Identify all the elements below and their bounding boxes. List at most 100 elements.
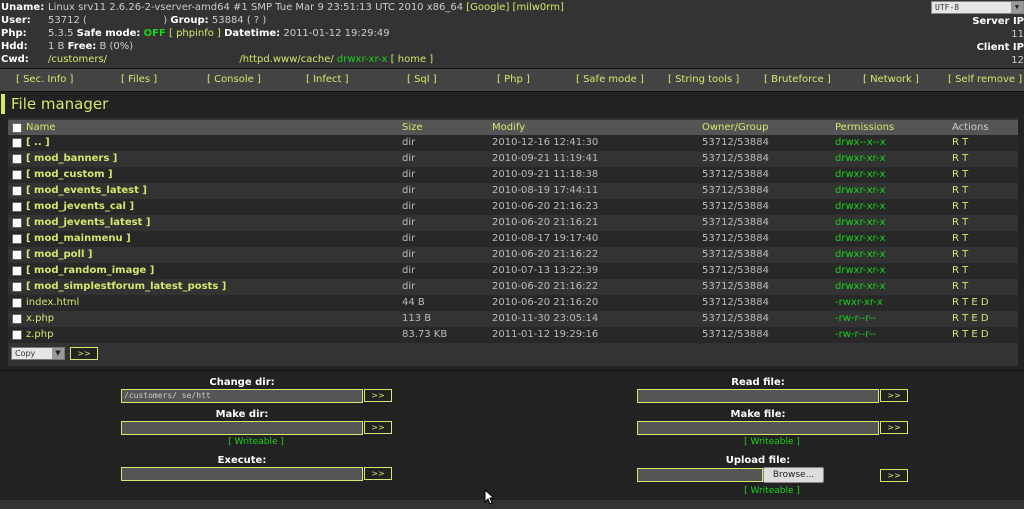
row-name[interactable]: [ mod_events_latest ] [26, 183, 147, 199]
row-checkbox[interactable] [12, 202, 22, 212]
row-checkbox[interactable] [12, 266, 22, 276]
change-dir-input[interactable]: /customers/ se/htt [121, 389, 363, 403]
make-file-submit-button[interactable]: >> [880, 421, 908, 434]
row-checkbox[interactable] [12, 170, 22, 180]
row-permissions[interactable]: drwxr-xr-x [835, 215, 886, 231]
row-actions[interactable]: R T E D [952, 295, 989, 311]
google-link[interactable]: [Google] [466, 2, 509, 13]
row-checkbox[interactable] [12, 282, 22, 292]
menu-files[interactable]: [ Files ] [121, 74, 157, 85]
row-actions[interactable]: R T [952, 263, 968, 279]
row-permissions[interactable]: drwxr-xr-x [835, 247, 886, 263]
make-dir-submit-button[interactable]: >> [364, 421, 392, 434]
row-permissions[interactable]: drwxr-xr-x [835, 279, 886, 295]
row-actions[interactable]: R T [952, 279, 968, 295]
row-permissions[interactable]: drwxr-xr-x [835, 183, 886, 199]
make-dir-input[interactable] [121, 421, 363, 435]
row-name[interactable]: x.php [26, 311, 54, 327]
row-name[interactable]: [ mod_random_image ] [26, 263, 154, 279]
menu-php[interactable]: [ Php ] [497, 74, 530, 85]
row-permissions[interactable]: -rwxr-xr-x [835, 295, 883, 311]
row-actions[interactable]: R T [952, 247, 968, 263]
row-actions[interactable]: R T E D [952, 311, 989, 327]
select-all-checkbox[interactable] [12, 123, 22, 133]
row-name[interactable]: [ .. ] [26, 135, 50, 151]
row-permissions[interactable]: drwxr-xr-x [835, 263, 886, 279]
column-permissions[interactable]: Permissions [835, 120, 894, 136]
row-name[interactable]: z.php [26, 327, 53, 343]
row-permissions[interactable]: drwxr-xr-x [835, 199, 886, 215]
row-actions[interactable]: R T [952, 199, 968, 215]
row-actions[interactable]: R T E D [952, 327, 989, 343]
charset-select[interactable]: UTF-8 ▼ [931, 1, 1024, 14]
upload-file-path-input[interactable] [637, 468, 763, 482]
row-name[interactable]: [ mod_poll ] [26, 247, 92, 263]
free-value: B (0%) [99, 41, 134, 52]
column-modify[interactable]: Modify [492, 120, 525, 136]
bulk-action-submit-button[interactable]: >> [70, 347, 98, 360]
read-file-submit-button[interactable]: >> [880, 389, 908, 402]
row-actions[interactable]: R T [952, 135, 968, 151]
menu-sql[interactable]: [ Sql ] [407, 74, 437, 85]
header-info-panel: Uname: Linux srv11 2.6.26-2-vserver-amd6… [0, 0, 1024, 68]
row-name[interactable]: [ mod_jevents_cal ] [26, 199, 134, 215]
row-checkbox[interactable] [12, 330, 22, 340]
milw0rm-link[interactable]: [milw0rm] [513, 2, 564, 13]
row-permissions[interactable]: drwxr-xr-x [835, 231, 886, 247]
row-permissions[interactable]: drwxr-xr-x [835, 151, 886, 167]
row-checkbox[interactable] [12, 234, 22, 244]
row-actions[interactable]: R T [952, 151, 968, 167]
menu-safe-mode[interactable]: [ Safe mode ] [576, 74, 644, 85]
row-checkbox[interactable] [12, 218, 22, 228]
main-menu: [ Sec. Info ] [ Files ] [ Console ] [ In… [0, 68, 1024, 92]
row-name[interactable]: [ mod_custom ] [26, 167, 113, 183]
row-permissions[interactable]: drwx--x--x [835, 135, 886, 151]
menu-sec-info[interactable]: [ Sec. Info ] [16, 74, 73, 85]
upload-file-submit-button[interactable]: >> [880, 469, 908, 482]
row-size: dir [402, 233, 416, 244]
row-checkbox[interactable] [12, 138, 22, 148]
row-actions[interactable]: R T [952, 215, 968, 231]
row-size: dir [402, 281, 416, 292]
make-file-input[interactable] [637, 421, 879, 435]
row-name[interactable]: [ mod_banners ] [26, 151, 117, 167]
menu-network[interactable]: [ Network ] [863, 74, 919, 85]
row-permissions[interactable]: drwxr-xr-x [835, 167, 886, 183]
row-name[interactable]: [ mod_mainmenu ] [26, 231, 131, 247]
row-checkbox[interactable] [12, 154, 22, 164]
php-version: 5.3.5 [48, 28, 74, 39]
menu-console[interactable]: [ Console ] [207, 74, 261, 85]
read-file-input[interactable] [637, 389, 879, 403]
browse-button[interactable]: Browse... [763, 467, 824, 483]
phpinfo-link[interactable]: [ phpinfo ] [169, 28, 221, 39]
row-actions[interactable]: R T [952, 231, 968, 247]
column-owner-group[interactable]: Owner/Group [702, 120, 768, 136]
row-actions[interactable]: R T [952, 167, 968, 183]
menu-bruteforce[interactable]: [ Bruteforce ] [764, 74, 831, 85]
row-permissions[interactable]: -rw-r--r-- [835, 311, 876, 327]
row-permissions[interactable]: -rw-r--r-- [835, 327, 876, 343]
cwd-path-link-2[interactable]: /httpd.www/cache/ [239, 54, 333, 65]
row-owner: 53712/53884 [702, 313, 769, 324]
row-name[interactable]: index.html [26, 295, 79, 311]
menu-string-tools[interactable]: [ String tools ] [668, 74, 739, 85]
row-checkbox[interactable] [12, 250, 22, 260]
execute-submit-button[interactable]: >> [364, 467, 392, 480]
row-actions[interactable]: R T [952, 183, 968, 199]
bulk-action-select[interactable]: Copy ▼ [11, 347, 65, 360]
row-name[interactable]: [ mod_simplestforum_latest_posts ] [26, 279, 226, 295]
row-checkbox[interactable] [12, 314, 22, 324]
datetime-value: 2011-01-12 19:29:49 [283, 28, 390, 39]
cwd-path-link[interactable]: /customers/ [48, 54, 107, 65]
menu-self-remove[interactable]: [ Self remove ] [948, 74, 1022, 85]
execute-label: Execute: [217, 455, 267, 466]
change-dir-submit-button[interactable]: >> [364, 389, 392, 402]
column-size[interactable]: Size [402, 120, 423, 136]
menu-infect[interactable]: [ Infect ] [306, 74, 349, 85]
row-checkbox[interactable] [12, 298, 22, 308]
execute-input[interactable] [121, 467, 363, 481]
row-name[interactable]: [ mod_jevents_latest ] [26, 215, 150, 231]
home-link[interactable]: [ home ] [391, 54, 434, 65]
row-checkbox[interactable] [12, 186, 22, 196]
column-name[interactable]: Name [26, 120, 56, 136]
